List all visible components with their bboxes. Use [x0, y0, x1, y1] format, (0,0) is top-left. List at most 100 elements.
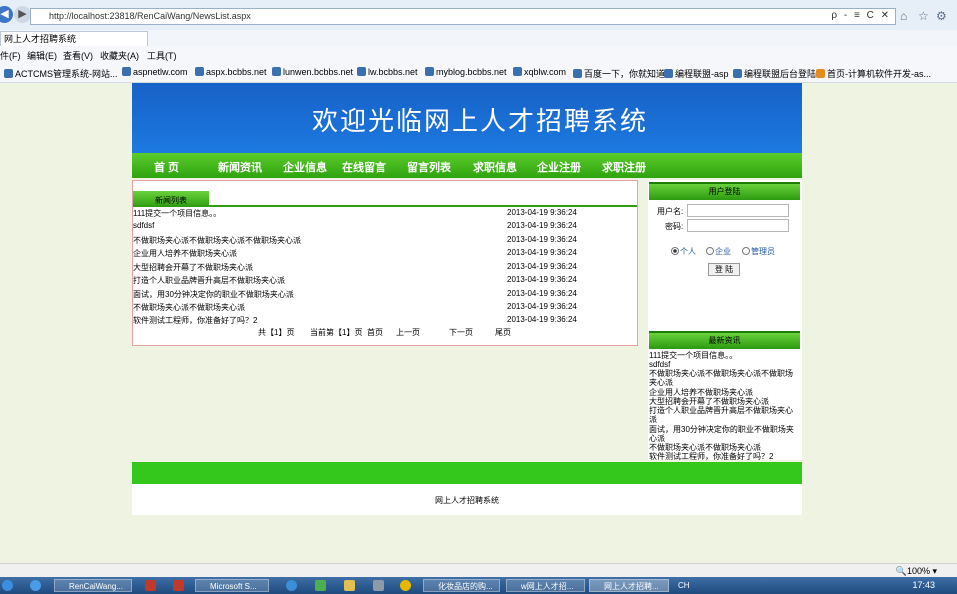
- nav-online-message[interactable]: 在线留言: [342, 159, 386, 175]
- taskbar-item-active[interactable]: 网上人才招聘...: [589, 579, 669, 592]
- nav-home[interactable]: 首 页: [154, 159, 179, 175]
- favorite-site-icon: [816, 69, 825, 78]
- login-button[interactable]: 登 陆: [708, 263, 740, 276]
- footer-text: 网上人才招聘系统: [435, 496, 499, 505]
- latest-news-header: 最新资讯: [649, 331, 800, 349]
- news-row: 不做职场夹心派不做职场夹心派不做职场夹心派 2013-04-19 9:36:24: [133, 235, 633, 248]
- app-icon[interactable]: [400, 580, 411, 591]
- back-icon[interactable]: ◀: [0, 6, 13, 23]
- radio-icon: [742, 247, 750, 255]
- main-nav: 首 页 新闻资讯 企业信息 在线留言 留言列表 求职信息 企业注册 求职注册: [132, 153, 802, 178]
- taskbar-item[interactable]: 化妆品店的购...: [423, 579, 500, 592]
- app-icon[interactable]: [145, 580, 156, 591]
- nav-company-info[interactable]: 企业信息: [283, 159, 327, 175]
- news-title-link[interactable]: 打造个人职业品牌晋升高层不做职场夹心派: [133, 275, 285, 286]
- latest-news-item[interactable]: 企业用人培养不做职场夹心派: [649, 388, 799, 397]
- favorites-star-icon[interactable]: ☆: [918, 9, 929, 23]
- fav-link[interactable]: xqblw.com: [513, 67, 566, 77]
- ie-icon[interactable]: [30, 580, 41, 591]
- menu-view[interactable]: 查看(V): [63, 49, 93, 62]
- news-title-link[interactable]: 111提交一个项目信息。。: [133, 208, 221, 219]
- login-header: 用户登陆: [649, 182, 800, 200]
- news-title-link[interactable]: 面试，用30分钟决定你的职业不做职场夹心派: [133, 289, 294, 300]
- news-title-link[interactable]: 大型招聘会开幕了不做职场夹心派: [133, 262, 253, 273]
- favorite-site-icon: [4, 69, 13, 78]
- news-title-link[interactable]: 不做职场夹心派不做职场夹心派不做职场夹心派: [133, 235, 301, 246]
- pager-prev[interactable]: 上一页: [396, 327, 420, 338]
- taskbar-item[interactable]: Microsoft S...: [195, 579, 269, 592]
- password-input[interactable]: [687, 219, 789, 232]
- news-row: 大型招聘会开幕了不做职场夹心派 2013-04-19 9:36:24: [133, 262, 633, 275]
- latest-news-item[interactable]: 不做职场夹心派不做职场夹心派不做职场夹心派: [649, 369, 799, 387]
- password-label: 密码:: [665, 222, 684, 231]
- favorite-site-icon: [425, 67, 434, 76]
- fav-link[interactable]: aspnetlw.com: [122, 67, 188, 77]
- radio-selected-icon: [671, 247, 679, 255]
- menu-favorites[interactable]: 收藏夹(A): [100, 49, 139, 62]
- username-input[interactable]: [687, 204, 789, 217]
- latest-news-item[interactable]: 软件测试工程师，你准备好了吗？2: [649, 452, 799, 461]
- app-icon[interactable]: [373, 580, 384, 591]
- app-icon[interactable]: [315, 580, 326, 591]
- fav-link[interactable]: 首页-计算机软件开发-as...: [816, 67, 931, 80]
- address-controls[interactable]: ρ - ≡ C ✕: [831, 10, 891, 21]
- fav-link[interactable]: aspx.bcbbs.net: [195, 67, 267, 77]
- latest-news-item[interactable]: sdfdsf: [649, 360, 799, 369]
- zoom-level[interactable]: 🔍100% ▾: [896, 566, 937, 577]
- site-banner: 欢迎光临网上人才招聘系统: [132, 83, 802, 155]
- pager-next[interactable]: 下一页: [449, 327, 473, 338]
- nav-company-register[interactable]: 企业注册: [537, 159, 581, 175]
- language-indicator[interactable]: CH: [678, 581, 690, 590]
- favorites-bar: ACTCMS管理系统-网站... aspnetlw.com aspx.bcbbs…: [0, 62, 957, 83]
- nav-jobseeker-register[interactable]: 求职注册: [602, 159, 646, 175]
- fav-link[interactable]: 百度一下，你就知道: [573, 67, 665, 80]
- favorite-site-icon: [272, 67, 281, 76]
- address-url[interactable]: http://localhost:23818/RenCaiWang/NewsLi…: [49, 11, 251, 21]
- fav-link[interactable]: myblog.bcbbs.net: [425, 67, 507, 77]
- divider: [133, 205, 637, 207]
- favorite-site-icon: [357, 67, 366, 76]
- latest-news-item[interactable]: 111提交一个项目信息。。: [649, 351, 799, 360]
- app-icon[interactable]: [173, 580, 184, 591]
- app-icon[interactable]: [286, 580, 297, 591]
- fav-link[interactable]: 编程联盟-asp: [664, 67, 729, 80]
- news-row: 软件测试工程师，你准备好了吗？2 2013-04-19 9:36:24: [133, 315, 633, 328]
- news-title-link[interactable]: sdfdsf: [133, 221, 154, 230]
- taskbar-item[interactable]: RenCaiWang...: [54, 579, 132, 592]
- browser-tab[interactable]: 网上人才招聘系统: [0, 31, 148, 46]
- fav-link[interactable]: ACTCMS管理系统-网站...: [4, 67, 118, 80]
- news-date: 2013-04-19 9:36:24: [507, 289, 577, 298]
- latest-news-item[interactable]: 打造个人职业品牌晋升高层不做职场夹心派: [649, 406, 799, 424]
- latest-news-item[interactable]: 大型招聘会开幕了不做职场夹心派: [649, 397, 799, 406]
- menu-tools[interactable]: 工具(T): [147, 49, 177, 62]
- pager-first[interactable]: 首页: [367, 327, 383, 338]
- footer: 网上人才招聘系统: [132, 484, 802, 515]
- nav-message-list[interactable]: 留言列表: [407, 159, 451, 175]
- menu-edit[interactable]: 编辑(E): [27, 49, 57, 62]
- latest-news-item[interactable]: 面试，用30分钟决定你的职业不做职场夹心派: [649, 425, 799, 443]
- news-title-link[interactable]: 企业用人培养不做职场夹心派: [133, 248, 237, 259]
- role-radio-admin[interactable]: 管理员: [742, 246, 775, 257]
- footer-bar: [132, 462, 802, 484]
- latest-news-item[interactable]: 不做职场夹心派不做职场夹心派: [649, 443, 799, 452]
- news-title-link[interactable]: 不做职场夹心派不做职场夹心派: [133, 302, 245, 313]
- nav-job-seeking[interactable]: 求职信息: [473, 159, 517, 175]
- clock[interactable]: 17:43: [912, 580, 935, 590]
- start-button-icon[interactable]: [2, 580, 13, 591]
- address-bar[interactable]: http://localhost:23818/RenCaiWang/NewsLi…: [30, 8, 896, 25]
- taskbar-item[interactable]: w网上人才招...: [506, 579, 585, 592]
- news-title-link[interactable]: 软件测试工程师，你准备好了吗？2: [133, 315, 257, 326]
- role-radio-personal[interactable]: 个人: [671, 246, 696, 257]
- pager-last[interactable]: 尾页: [495, 327, 511, 338]
- settings-gear-icon[interactable]: ⚙: [936, 9, 947, 23]
- folder-icon[interactable]: [344, 580, 355, 591]
- fav-link[interactable]: 编程联盟后台登陆: [733, 67, 816, 80]
- fav-link[interactable]: lunwen.bcbbs.net: [272, 67, 353, 77]
- radio-icon: [706, 247, 714, 255]
- menu-file[interactable]: 件(F): [0, 49, 21, 62]
- forward-icon[interactable]: ▶: [14, 6, 31, 23]
- role-radio-company[interactable]: 企业: [706, 246, 731, 257]
- home-icon[interactable]: ⌂: [900, 9, 907, 23]
- fav-link[interactable]: lw.bcbbs.net: [357, 67, 418, 77]
- nav-news[interactable]: 新闻资讯: [218, 159, 262, 175]
